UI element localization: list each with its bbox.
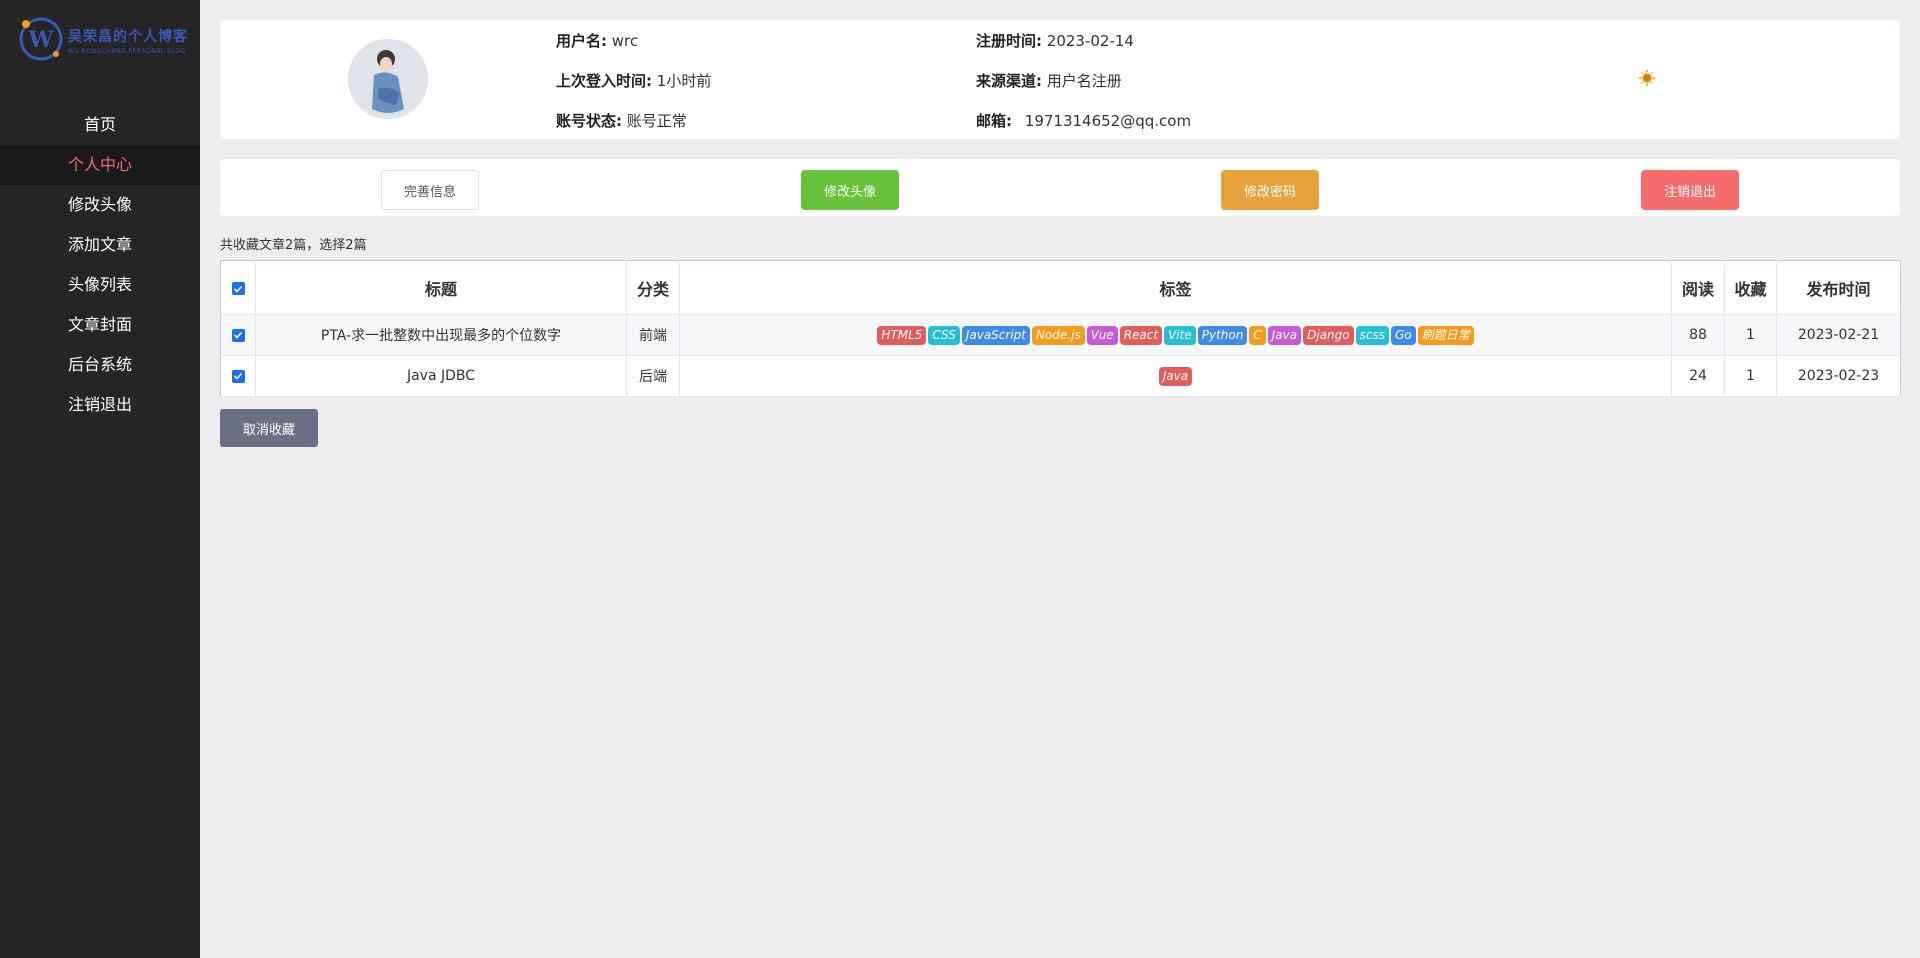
row-favs: 1	[1724, 355, 1777, 397]
sidebar-item-profile[interactable]: 个人中心	[0, 145, 200, 185]
site-logo[interactable]: W 吴荣昌的个人博客 WU RONGCHANG PERSONAL BLOG	[18, 16, 187, 66]
svg-text:W: W	[28, 27, 54, 53]
status-value: 账号正常	[626, 112, 687, 130]
row-date: 2023-02-23	[1776, 355, 1901, 397]
row-title[interactable]: PTA-求一批整数中出现最多的个位数字	[255, 314, 627, 356]
sidebar: W 吴荣昌的个人博客 WU RONGCHANG PERSONAL BLOG 首页…	[0, 0, 200, 958]
sidebar-nav: 首页 个人中心 修改头像 添加文章 头像列表 文章封面 后台系统 注销退出	[0, 105, 200, 425]
avatar-image	[348, 39, 428, 119]
row-date: 2023-02-21	[1776, 314, 1901, 356]
email-label: 邮箱:	[976, 112, 1012, 130]
source-label: 来源渠道:	[976, 72, 1042, 90]
last-login-value: 1小时前	[656, 72, 712, 90]
row-checkbox[interactable]	[231, 328, 245, 342]
sidebar-item-avatar-list[interactable]: 头像列表	[0, 265, 200, 305]
username-label: 用户名:	[556, 32, 607, 50]
change-password-button[interactable]: 修改密码	[1221, 170, 1319, 210]
header-category: 分类	[626, 260, 680, 315]
logo-icon: W	[19, 17, 63, 61]
tag-badge[interactable]: Go	[1390, 325, 1416, 345]
avatar[interactable]	[348, 39, 428, 119]
register-label: 注册时间:	[976, 32, 1042, 50]
last-login-row: 上次登入时间: 1小时前	[556, 70, 711, 91]
tag-badge[interactable]: CSS	[928, 325, 960, 345]
tag-badge[interactable]: JavaScript	[961, 325, 1030, 345]
select-all-cell[interactable]	[220, 260, 256, 315]
tag-badge[interactable]: Java	[1267, 325, 1302, 345]
header-tags: 标签	[679, 260, 1672, 315]
tag-badge[interactable]: 刷题日常	[1417, 325, 1474, 345]
table-row: PTA-求一批整数中出现最多的个位数字 前端 HTML5 CSS JavaScrip…	[220, 314, 1901, 356]
row-checkbox[interactable]	[231, 369, 245, 383]
last-login-label: 上次登入时间:	[556, 72, 652, 90]
sidebar-item-change-avatar[interactable]: 修改头像	[0, 185, 200, 225]
tag-badge[interactable]: scss	[1355, 325, 1389, 345]
register-row: 注册时间: 2023-02-14	[976, 30, 1134, 51]
table-row: Java JDBC 后端 Java 24 1 2023-02-23	[220, 355, 1901, 397]
row-reads: 24	[1671, 355, 1725, 397]
favorites-summary: 共收藏文章2篇，选择2篇	[220, 238, 367, 253]
sun-icon[interactable]	[1638, 69, 1656, 87]
register-value: 2023-02-14	[1046, 32, 1134, 50]
tag-badge[interactable]: Vue	[1086, 325, 1118, 345]
complete-info-button[interactable]: 完善信息	[381, 170, 479, 210]
header-favs: 收藏	[1724, 260, 1777, 315]
logout-button[interactable]: 注销退出	[1641, 170, 1739, 210]
row-reads: 88	[1671, 314, 1725, 356]
row-category: 后端	[626, 355, 680, 397]
tag-badge[interactable]: React	[1119, 325, 1163, 345]
tag-badge[interactable]: HTML5	[877, 325, 927, 345]
source-value: 用户名注册	[1046, 72, 1122, 90]
row-title[interactable]: Java JDBC	[255, 355, 627, 397]
tag-badge[interactable]: Node.js	[1031, 325, 1085, 345]
username-value: wrc	[611, 32, 639, 50]
change-avatar-button[interactable]: 修改头像	[801, 170, 899, 210]
row-tags: HTML5 CSS JavaScript Node.js Vue React Vite Pyt…	[679, 314, 1672, 356]
sidebar-item-logout[interactable]: 注销退出	[0, 385, 200, 425]
main-content: 用户名: wrc 注册时间: 2023-02-14 上次登入时间: 1小时前 来…	[220, 20, 1901, 447]
cancel-favorite-button[interactable]: 取消收藏	[220, 409, 318, 447]
source-row: 来源渠道: 用户名注册	[976, 70, 1122, 91]
favorites-table: 标题 分类 标签 阅读 收藏 发布时间 PTA-求一批整数中出现最多的个位数字 …	[220, 260, 1901, 397]
logo-subtext: WU RONGCHANG PERSONAL BLOG	[68, 48, 186, 55]
email-row: 邮箱: 1971314652@qq.com	[976, 110, 1191, 131]
row-category: 前端	[626, 314, 680, 356]
select-all-checkbox[interactable]	[231, 282, 245, 295]
row-tags: Java	[679, 355, 1672, 397]
status-row: 账号状态: 账号正常	[556, 110, 687, 131]
table-header-row: 标题 分类 标签 阅读 收藏 发布时间	[220, 260, 1901, 315]
action-bar: 完善信息 修改头像 修改密码 注销退出	[220, 159, 1900, 216]
email-value: 1971314652@qq.com	[1024, 112, 1192, 130]
tag-badge[interactable]: Vite	[1164, 325, 1196, 345]
header-title: 标题	[255, 260, 627, 315]
sidebar-item-article-cover[interactable]: 文章封面	[0, 305, 200, 345]
status-label: 账号状态:	[556, 112, 622, 130]
tag-badge[interactable]: Python	[1197, 325, 1248, 345]
sidebar-item-add-article[interactable]: 添加文章	[0, 225, 200, 265]
sidebar-item-home[interactable]: 首页	[0, 105, 200, 145]
tag-badge[interactable]: C	[1249, 325, 1266, 345]
header-reads: 阅读	[1671, 260, 1725, 315]
sidebar-item-admin[interactable]: 后台系统	[0, 345, 200, 385]
row-favs: 1	[1724, 314, 1777, 356]
username-row: 用户名: wrc	[556, 30, 638, 51]
tag-badge[interactable]: Django	[1303, 325, 1354, 345]
tag-badge[interactable]: Java	[1158, 366, 1193, 386]
logo-text: 吴荣昌的个人博客	[68, 29, 188, 45]
header-date: 发布时间	[1776, 260, 1901, 315]
profile-card: 用户名: wrc 注册时间: 2023-02-14 上次登入时间: 1小时前 来…	[220, 20, 1900, 139]
